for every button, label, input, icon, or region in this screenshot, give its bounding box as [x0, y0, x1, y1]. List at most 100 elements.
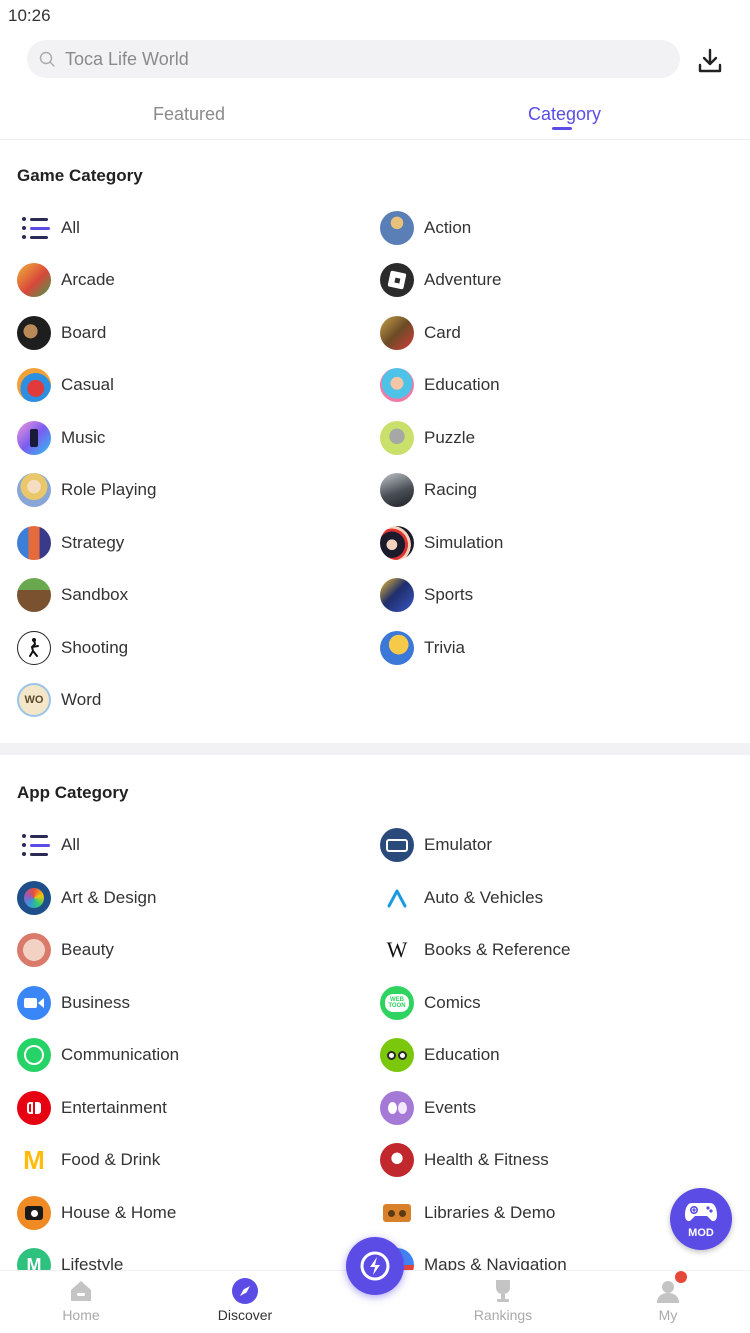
sandbox-icon [17, 578, 51, 612]
category-label: Events [424, 1098, 476, 1117]
game-category-puzzle[interactable]: Puzzle [380, 418, 710, 458]
strategy-icon [17, 526, 51, 560]
game-category-education[interactable]: Education [380, 365, 710, 405]
game-category-casual[interactable]: Casual [17, 365, 347, 405]
nav-home[interactable]: Home [31, 1271, 131, 1333]
education-icon [380, 368, 414, 402]
food-drink-icon: M [17, 1143, 51, 1177]
search-input[interactable]: Toca Life World [27, 40, 680, 78]
nav-my[interactable]: My [618, 1271, 718, 1333]
app-category-maps-navigation[interactable]: Maps & Navigation [380, 1245, 710, 1270]
category-label: Business [61, 993, 130, 1012]
shooting-icon [17, 631, 51, 665]
tab-category[interactable]: Category [528, 104, 601, 125]
app-category-house-home[interactable]: House & Home [17, 1193, 347, 1233]
quick-action-button[interactable] [346, 1237, 404, 1295]
tab-featured[interactable]: Featured [153, 104, 225, 125]
app-category-events[interactable]: Events [380, 1088, 710, 1128]
category-label: Sports [424, 585, 474, 604]
category-label: Racing [424, 480, 477, 499]
lifestyle-icon: M [17, 1248, 51, 1270]
communication-icon [17, 1038, 51, 1072]
category-label: Books & Reference [424, 940, 571, 959]
game-category-sandbox[interactable]: Sandbox [17, 575, 347, 615]
game-category-trivia[interactable]: Trivia [380, 628, 710, 668]
role-playing-icon [17, 473, 51, 507]
category-label: Health & Fitness [424, 1150, 549, 1169]
list-icon [17, 828, 51, 862]
comics-icon: WEB TOON [380, 986, 414, 1020]
app-category-communication[interactable]: Communication [17, 1035, 347, 1075]
app-category-food-drink[interactable]: M Food & Drink [17, 1140, 347, 1180]
category-label: Arcade [61, 270, 115, 289]
search-icon [39, 51, 55, 67]
game-category-arcade[interactable]: Arcade [17, 260, 347, 300]
compass-icon [232, 1278, 258, 1304]
puzzle-icon [380, 421, 414, 455]
game-category-word[interactable]: WO Word [17, 680, 347, 720]
nav-discover[interactable]: Discover [195, 1271, 295, 1333]
notification-badge [675, 1271, 687, 1283]
game-category-adventure[interactable]: Adventure [380, 260, 710, 300]
nav-label: My [658, 1307, 678, 1323]
category-label: Food & Drink [61, 1150, 161, 1169]
nav-label: Home [62, 1307, 100, 1323]
category-label: Music [61, 428, 106, 447]
category-label: Education [424, 1045, 500, 1064]
category-label: Board [61, 323, 107, 342]
app-category-all[interactable]: All [17, 825, 347, 865]
game-category-shooting[interactable]: Shooting [17, 628, 347, 668]
app-category-auto-vehicles[interactable]: Auto & Vehicles [380, 878, 710, 918]
game-category-all[interactable]: All [17, 208, 347, 248]
app-category-entertainment[interactable]: Entertainment [17, 1088, 347, 1128]
game-category-simulation[interactable]: Simulation [380, 523, 710, 563]
app-category-libraries-demo[interactable]: Libraries & Demo [380, 1193, 710, 1233]
status-bar: 10:26 [0, 0, 750, 34]
category-label: Simulation [424, 533, 504, 552]
app-category-lifestyle[interactable]: M Lifestyle [17, 1245, 347, 1270]
list-icon [17, 211, 51, 245]
game-category-action[interactable]: Action [380, 208, 710, 248]
app-category-beauty[interactable]: Beauty [17, 930, 347, 970]
nav-rankings[interactable]: Rankings [453, 1271, 553, 1333]
app-category-art-design[interactable]: Art & Design [17, 878, 347, 918]
category-label: Art & Design [61, 888, 157, 907]
game-category-sports[interactable]: Sports [380, 575, 710, 615]
game-category-racing[interactable]: Racing [380, 470, 710, 510]
tab-bar: Featured Category [0, 90, 750, 140]
game-category-card[interactable]: Card [380, 313, 710, 353]
category-label: Beauty [61, 940, 114, 959]
category-label: All [61, 218, 80, 237]
download-icon[interactable] [693, 44, 727, 78]
sports-icon [380, 578, 414, 612]
app-category-health-fitness[interactable]: Health & Fitness [380, 1140, 710, 1180]
nav-label: Rankings [473, 1307, 533, 1323]
app-category-education-app[interactable]: Education [380, 1035, 710, 1075]
racing-icon [380, 473, 414, 507]
music-icon [17, 421, 51, 455]
game-category-role-playing[interactable]: Role Playing [17, 470, 347, 510]
game-category-board[interactable]: Board [17, 313, 347, 353]
app-category-business[interactable]: Business [17, 983, 347, 1023]
game-category-strategy[interactable]: Strategy [17, 523, 347, 563]
app-category-emulator[interactable]: Emulator [380, 825, 710, 865]
mod-button-label: MOD [688, 1227, 714, 1239]
category-content: Game Category All Action Arcade Adventur… [0, 140, 750, 1270]
app-category-books-reference[interactable]: W Books & Reference [380, 930, 710, 970]
game-category-music[interactable]: Music [17, 418, 347, 458]
card-icon [380, 316, 414, 350]
nav-label: Discover [217, 1307, 273, 1323]
category-label: Communication [61, 1045, 180, 1064]
category-label: Adventure [424, 270, 502, 289]
casual-icon [17, 368, 51, 402]
app-category-comics[interactable]: WEB TOON Comics [380, 983, 710, 1023]
libraries-demo-icon [380, 1196, 414, 1230]
mod-button[interactable]: MOD [670, 1188, 732, 1250]
category-label: House & Home [61, 1203, 177, 1222]
search-row: Toca Life World [0, 40, 750, 80]
category-label: Education [424, 375, 500, 394]
category-label: Puzzle [424, 428, 476, 447]
status-time: 10:26 [8, 6, 51, 25]
category-label: Comics [424, 993, 481, 1012]
health-fitness-icon [380, 1143, 414, 1177]
